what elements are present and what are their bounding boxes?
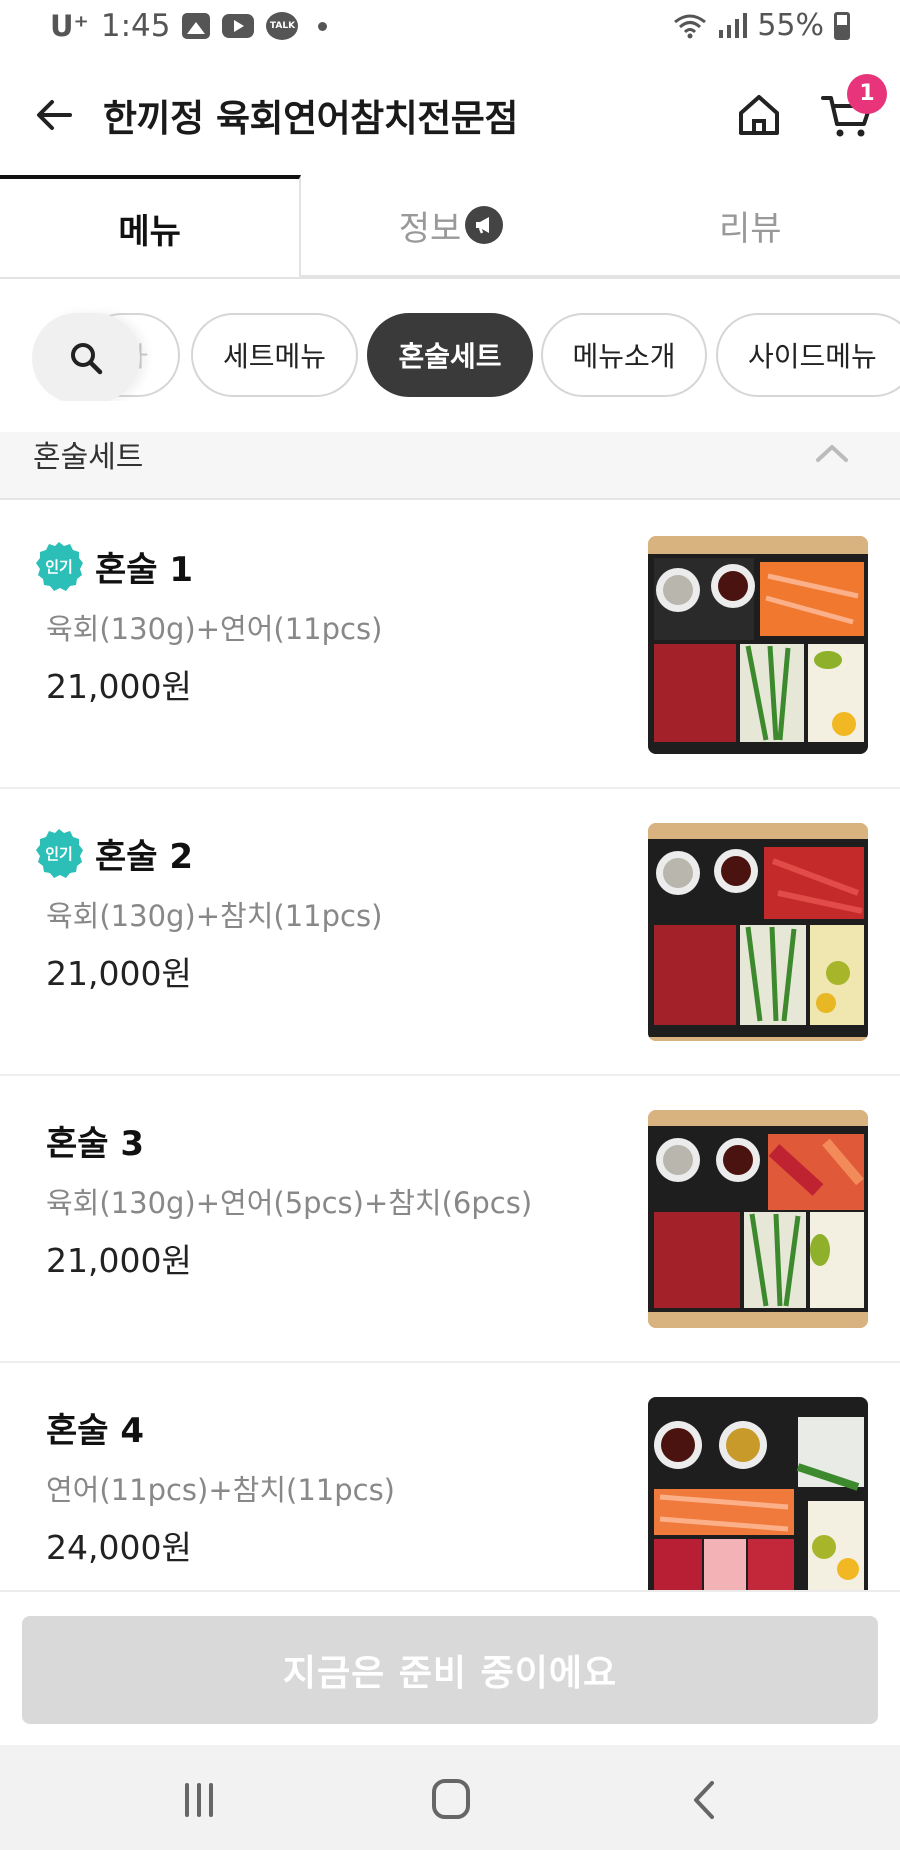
menu-photo xyxy=(648,1110,868,1328)
store-header: 한끼정 육회연어참치전문점 xyxy=(0,70,900,160)
section-title: 혼술세트 xyxy=(33,440,144,475)
menu-photo xyxy=(648,536,868,754)
menu-name: 혼술 1 xyxy=(95,549,194,590)
popular-badge: 인기 xyxy=(36,829,83,878)
category-chip-label: 세트메뉴 xyxy=(222,340,327,373)
popular-badge: 인기 xyxy=(36,542,83,591)
menu-price: 24,000원 xyxy=(46,1528,192,1567)
menu-description: 육회(130g)+참치(11pcs) xyxy=(46,899,383,933)
popular-badge-label: 인기 xyxy=(45,558,73,576)
system-nav-bar xyxy=(0,1745,900,1850)
menu-price: 21,000원 xyxy=(46,667,192,706)
chevron-up-icon[interactable] xyxy=(812,438,852,468)
home-icon[interactable] xyxy=(734,90,784,140)
section-header[interactable]: 혼술세트 xyxy=(0,432,900,500)
category-chip-set-menu[interactable]: 세트메뉴 xyxy=(191,313,358,397)
menu-price: 21,000원 xyxy=(46,1241,192,1280)
battery-icon xyxy=(834,11,850,40)
megaphone-icon xyxy=(465,206,504,244)
menu-name-row: 인기 혼술 2 xyxy=(33,825,193,881)
tab-menu[interactable]: 메뉴 xyxy=(0,175,302,277)
menu-name-row: 혼술 3 xyxy=(46,1112,144,1168)
category-chip-side-menu[interactable]: 사이드메뉴 xyxy=(716,313,900,397)
search-icon xyxy=(71,343,103,375)
menu-search-button[interactable] xyxy=(32,313,140,401)
menu-description: 육회(130g)+연어(11pcs) xyxy=(46,612,383,646)
back-arrow-icon[interactable] xyxy=(30,90,80,140)
gallery-icon xyxy=(182,13,211,39)
menu-name: 혼술 2 xyxy=(95,836,194,877)
signal-icon xyxy=(719,12,748,38)
category-chip-menu-intro[interactable]: 메뉴소개 xyxy=(541,313,707,397)
category-chip-row: ㅏ 세트메뉴 혼술세트 메뉴소개 사이드메뉴 xyxy=(0,305,900,401)
clock: 1:45 xyxy=(100,8,171,44)
tab-review[interactable]: 리뷰 xyxy=(600,175,900,277)
status-bar: U⁺ 1:45 TALK 55% xyxy=(0,0,900,56)
status-left: U⁺ 1:45 TALK xyxy=(50,8,328,44)
menu-name: 혼술 4 xyxy=(46,1410,145,1451)
battery-percent: 55% xyxy=(757,8,824,43)
notification-dot-icon xyxy=(318,21,328,31)
store-tabs: 메뉴 정보 리뷰 xyxy=(0,175,900,279)
menu-photo xyxy=(648,1397,868,1592)
store-title: 한끼정 육회연어참치전문점 xyxy=(103,97,518,140)
status-right: 55% xyxy=(673,8,850,43)
menu-item[interactable]: 인기 혼술 2 육회(130g)+참치(11pcs) 21,000원 xyxy=(0,789,900,1076)
bottom-action-bar: 지금은 준비 중이에요 xyxy=(0,1590,900,1745)
category-chip-label: 메뉴소개 xyxy=(572,340,676,373)
menu-price: 21,000원 xyxy=(46,954,192,993)
tab-menu-label: 메뉴 xyxy=(118,211,181,252)
order-button-disabled[interactable]: 지금은 준비 중이에요 xyxy=(22,1616,878,1724)
menu-name-row: 인기 혼술 1 xyxy=(33,538,193,594)
home-nav-icon[interactable] xyxy=(421,1775,481,1825)
tab-info[interactable]: 정보 xyxy=(301,175,601,277)
kakaotalk-icon: TALK xyxy=(266,12,299,40)
wifi-icon xyxy=(674,14,707,38)
back-nav-icon[interactable] xyxy=(674,1775,734,1825)
cart-count-badge: 1 xyxy=(847,74,887,114)
category-chip-solo-drink-set[interactable]: 혼술세트 xyxy=(367,313,533,397)
menu-description: 육회(130g)+연어(5pcs)+참치(6pcs) xyxy=(46,1186,533,1220)
menu-name-row: 혼술 4 xyxy=(46,1399,144,1455)
carrier-label: U⁺ xyxy=(50,9,89,43)
category-chip-label: 사이드메뉴 xyxy=(748,340,877,373)
category-chip-label: 혼술세트 xyxy=(398,340,502,373)
menu-photo xyxy=(648,823,868,1041)
menu-name: 혼술 3 xyxy=(46,1123,145,1164)
recent-apps-icon[interactable] xyxy=(169,1775,229,1825)
popular-badge-label: 인기 xyxy=(45,845,73,863)
menu-description: 연어(11pcs)+참치(11pcs) xyxy=(46,1473,396,1507)
menu-item[interactable]: 인기 혼술 1 육회(130g)+연어(11pcs) 21,000원 xyxy=(0,502,900,789)
menu-item[interactable]: 혼술 3 육회(130g)+연어(5pcs)+참치(6pcs) 21,000원 xyxy=(0,1076,900,1363)
tab-review-label: 리뷰 xyxy=(719,208,782,249)
tab-info-label: 정보 xyxy=(398,208,462,249)
youtube-icon xyxy=(222,14,255,38)
